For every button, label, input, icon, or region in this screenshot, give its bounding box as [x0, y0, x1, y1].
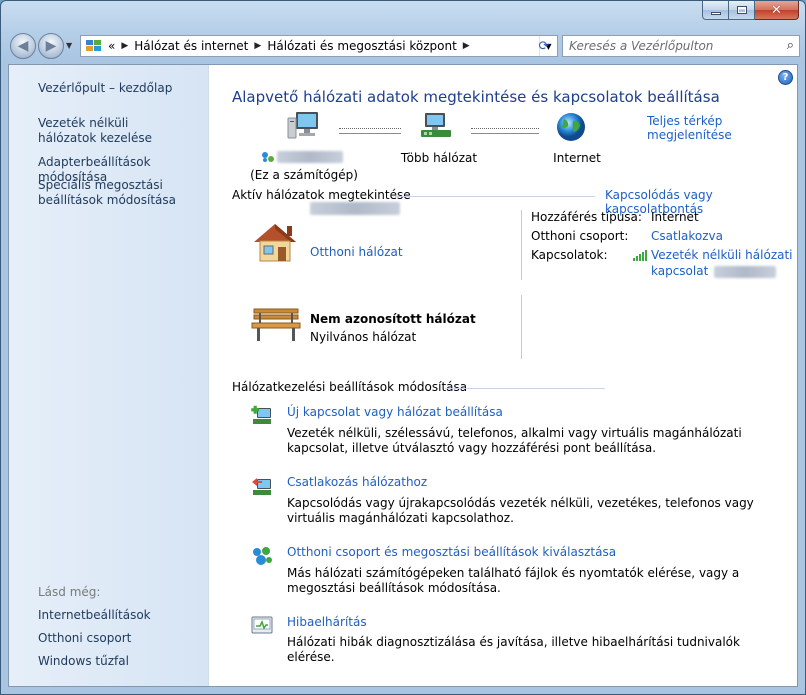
unidentified-network-type: Nyilvános hálózat	[310, 330, 417, 344]
maximize-icon	[736, 6, 747, 14]
address-bar[interactable]: « ▶ Hálózat és internet ▶ Hálózati és me…	[80, 35, 558, 57]
network-name-redacted	[310, 202, 400, 215]
minimize-button[interactable]	[702, 1, 729, 20]
map-connector	[471, 133, 539, 134]
task-homegroup-link[interactable]: Otthoni csoport és megosztási beállításo…	[287, 545, 616, 559]
wireless-connection-link[interactable]: Vezeték nélküli hálózati kapcsolat	[651, 248, 793, 278]
ssid-redacted	[714, 265, 777, 278]
active-networks-header: Aktív hálózatok megtekintése	[232, 188, 411, 202]
multiple-networks-label: Több hálózat	[400, 151, 478, 165]
access-type-label: Hozzáférés típusa:	[531, 210, 642, 224]
breadcrumb-separator-icon[interactable]: ▶	[254, 41, 261, 51]
recent-pages-dropdown[interactable]: ▼	[66, 41, 76, 51]
computer-icon	[287, 112, 318, 139]
troubleshoot-icon	[251, 616, 273, 634]
task-troubleshoot-link[interactable]: Hibaelhárítás	[287, 615, 367, 629]
arrow-right-icon: ▶	[45, 38, 57, 54]
section-divider	[445, 388, 605, 389]
breadcrumb-separator-icon[interactable]: ▶	[121, 41, 128, 51]
network-status-icon	[262, 152, 274, 162]
task-connect-network-desc: Kapcsolódás vagy újrakapcsolódás vezeték…	[287, 496, 754, 525]
navigation-bar: ◀ ▶ ▼ « ▶ Hálózat és internet ▶ Hálózati…	[8, 33, 800, 59]
multiple-networks-icon	[421, 113, 451, 137]
task-connect-network-link[interactable]: Csatlakozás hálózathoz	[287, 475, 427, 489]
unidentified-network-name: Nem azonosított hálózat	[310, 312, 476, 326]
homegroup-sharing-icon	[253, 547, 272, 565]
connect-to-network-icon	[252, 478, 271, 495]
breadcrumb-overflow[interactable]: «	[108, 39, 115, 53]
control-panel-icon	[86, 40, 101, 51]
home-network-link[interactable]: Otthoni hálózat	[310, 245, 403, 259]
close-icon: ✕	[771, 2, 782, 18]
home-network-icon	[254, 224, 296, 262]
arrow-left-icon: ◀	[17, 38, 29, 54]
map-connector	[339, 133, 401, 134]
wireless-connection-line2: kapcsolat	[651, 264, 709, 278]
content-frame: Vezérlőpult – kezdőlap Vezeték nélküli h…	[8, 64, 798, 687]
main-panel: ? Alapvető hálózati adatok megtekintése …	[209, 65, 797, 686]
section-divider	[395, 196, 595, 197]
refresh-button[interactable]: ⟳	[530, 35, 558, 57]
breadcrumb-separator-icon[interactable]: ▶	[463, 41, 470, 51]
task-troubleshoot-desc: Hálózati hibák diagnosztizálása és javít…	[287, 635, 740, 664]
sidebar-item-homegroup[interactable]: Otthoni csoport	[38, 631, 131, 646]
breadcrumb-sharing-center[interactable]: Hálózati és megosztási központ	[267, 39, 456, 53]
sidebar-item-internet-options[interactable]: Internetbeállítások	[38, 608, 151, 623]
details-divider	[521, 210, 522, 280]
chevron-down-icon: ▼	[66, 41, 73, 50]
page-title: Alapvető hálózati adatok megtekintése és…	[232, 88, 720, 106]
control-panel-window: ✕ ◀ ▶ ▼ « ▶ Hálózat és internet ▶ Hálóza…	[0, 0, 806, 695]
search-input[interactable]: Keresés a Vezérlőpulton ⌕	[562, 35, 800, 57]
search-placeholder: Keresés a Vezérlőpulton	[569, 39, 714, 53]
internet-label: Internet	[553, 151, 601, 165]
this-computer-label: (Ez a számítógép)	[250, 168, 358, 182]
map-connector	[471, 128, 539, 129]
wifi-signal-icon	[633, 250, 647, 261]
task-homegroup-desc: Más hálózati számítógépeken található fá…	[287, 566, 740, 595]
access-type-value: Internet	[651, 210, 699, 224]
sidebar-item-firewall[interactable]: Windows tűzfal	[38, 654, 129, 669]
homegroup-label: Otthoni csoport:	[531, 229, 629, 243]
back-button[interactable]: ◀	[10, 33, 36, 59]
wireless-connection-line1: Vezeték nélküli hálózati	[651, 248, 793, 262]
see-also-label: Lásd még:	[38, 585, 101, 599]
computer-name-redacted	[277, 151, 343, 163]
globe-icon	[557, 113, 585, 141]
task-new-connection-link[interactable]: Új kapcsolat vagy hálózat beállítása	[287, 405, 503, 419]
maximize-button[interactable]	[729, 1, 755, 20]
help-icon[interactable]: ?	[778, 70, 793, 85]
sidebar-item-sharing[interactable]: Speciális megosztási beállítások módosít…	[38, 178, 188, 208]
new-connection-icon	[251, 405, 271, 424]
sidebar-item-home[interactable]: Vezérlőpult – kezdőlap	[38, 81, 172, 96]
caption-buttons: ✕	[702, 1, 799, 20]
forward-button[interactable]: ▶	[38, 33, 64, 59]
connections-label: Kapcsolatok:	[531, 248, 608, 262]
close-button[interactable]: ✕	[755, 1, 799, 20]
refresh-icon: ⟳	[538, 38, 550, 54]
details-divider	[521, 295, 522, 359]
sidebar: Vezérlőpult – kezdőlap Vezeték nélküli h…	[9, 65, 209, 686]
search-icon[interactable]: ⌕	[787, 38, 794, 53]
full-map-link[interactable]: Teljes térkép megjelenítése	[647, 114, 797, 142]
homegroup-link[interactable]: Csatlakozva	[651, 229, 723, 243]
map-connector	[339, 128, 401, 129]
task-new-connection-desc: Vezeték nélküli, szélessávú, telefonos, …	[287, 426, 742, 455]
breadcrumb-network-internet[interactable]: Hálózat és internet	[134, 39, 248, 53]
network-settings-header: Hálózatkezelési beállítások módosítása	[232, 380, 468, 394]
sidebar-item-wireless[interactable]: Vezeték nélküli hálózatok kezelése	[38, 116, 188, 146]
public-network-bench-icon	[251, 308, 301, 341]
minimize-icon	[710, 12, 721, 15]
